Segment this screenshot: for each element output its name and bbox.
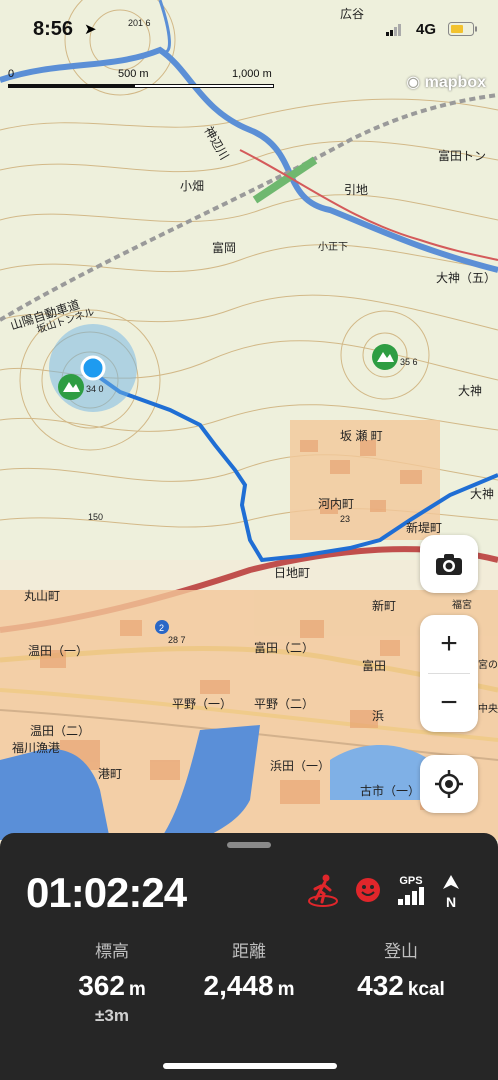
zoom-in-button[interactable]: + [420,615,478,673]
map-label: 中央町 [478,702,498,715]
map-label: 小畑 [180,179,204,193]
scale-label-max: 1,000 m [232,68,272,80]
metric-title: 標高 [95,942,129,961]
map-label: 福川漁港 [12,740,60,755]
compass-north-label: N [445,894,457,910]
map-label: 150 [88,512,103,522]
panel-drag-handle[interactable] [227,842,271,848]
map-label: 港町 [98,767,122,781]
map-label: 浜 [372,709,384,723]
map-label: 富田 [362,658,386,673]
metric-value: 362 [78,970,125,1001]
map-label: 新町 [372,598,396,613]
scale-label-mid: 500 m [118,68,149,80]
map-label: 富田（二） [254,640,314,655]
zoom-out-button[interactable]: − [420,674,478,732]
metric-unit: m [128,979,146,1000]
gps-label: GPS [399,875,423,887]
metric-title: 登山 [384,942,418,961]
map-label: 大神 [458,384,482,398]
map-label: 温田（二） [30,724,90,738]
route-shield: 2 [155,620,169,634]
metric-distance: 距離 2,448 m [179,937,319,1002]
battery-icon [448,22,478,41]
map-label: 28 7 [168,635,186,645]
face-icon[interactable] [354,876,382,909]
map-label: 大神 [470,487,494,501]
locate-button[interactable] [420,755,478,813]
metric-elevation: 標高 362 m ±3m [42,937,182,1026]
elapsed-time: 01:02:24 [26,869,187,916]
map-label: 坂 瀬 町 [340,429,383,443]
location-arrow-icon: ➤ [84,21,97,38]
zoom-controls: + − [420,615,478,732]
map-label: 古市（一） [360,783,420,798]
metric-unit: kcal [407,979,445,1000]
map-label: 福宮 [452,598,472,611]
network-type: 4G [415,21,436,38]
map-label: 富田トン [438,148,486,163]
status-icons: GPS N [306,873,462,912]
map-label: 温田（一） [28,644,88,658]
map-label: 日地町 [274,566,310,580]
metric-accuracy: ±3m [95,1006,129,1025]
camera-icon [420,535,478,593]
map-label: 引地 [344,183,368,197]
locate-icon [420,755,478,813]
metric-unit: m [277,979,295,1000]
map-label: 河内町 [318,497,354,511]
mapbox-logo-text: mapbox [424,74,486,91]
map-label: 宮の [478,658,498,671]
map-label: 34 0 [86,384,104,394]
signal-icon [386,23,402,41]
walking-icon[interactable] [306,873,340,912]
map-label: 富岡 [212,240,236,255]
map-label: 丸山町 [24,589,60,603]
metric-value: 432 [357,970,404,1001]
status-time: 8:56 [33,18,74,40]
mapbox-logo-icon: ◉ [406,74,421,91]
map-label: 小正下 [318,241,348,253]
activity-panel[interactable]: 01:02:24 GPS N 標高 362 m ±3m 距離 2,448 m 登山 … [0,833,498,1080]
camera-button[interactable] [420,535,478,593]
summit-marker-icon[interactable] [58,374,84,400]
map-label: 35 6 [400,357,418,367]
scale-label-zero: 0 [8,68,15,80]
compass-icon[interactable]: N [440,875,462,910]
map-label: 平野（二） [254,697,314,711]
svg-text:2: 2 [159,623,164,633]
scale-bar: 0 500 m 1,000 m [8,68,278,92]
map-label: 平野（一） [172,697,232,711]
map-label: 大神（五） [436,271,496,285]
home-indicator[interactable] [163,1063,337,1069]
status-bar: 8:56 ➤ 4G [0,0,498,60]
map-label: 新堤町 [406,520,442,535]
summit-marker-icon[interactable] [372,344,398,370]
metric-calories: 登山 432 kcal [331,937,471,1002]
map-label: 23 [340,514,350,524]
mapbox-logo: ◉ mapbox [406,72,486,92]
map-label: 浜田（一） [270,759,330,773]
metric-value: 2,448 [203,970,274,1001]
metric-title: 距離 [232,942,266,961]
gps-signal-icon: GPS [396,875,426,910]
